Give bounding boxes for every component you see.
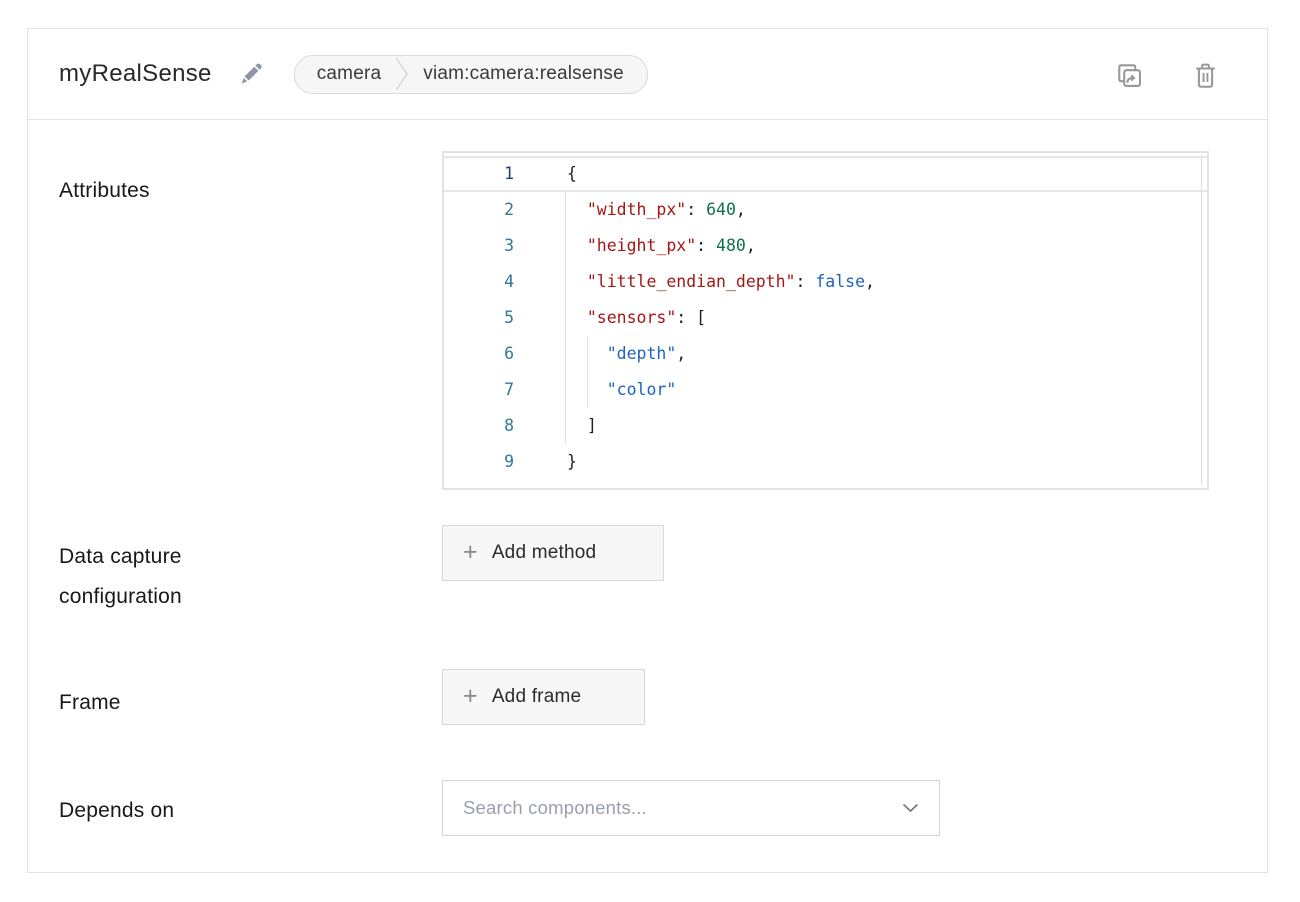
code-line[interactable]: 3 "height_px": 480, (444, 228, 1207, 264)
line-number: 3 (444, 228, 514, 264)
duplicate-button[interactable] (1114, 60, 1145, 91)
add-method-button[interactable]: + Add method (442, 525, 664, 581)
indent-guide (565, 192, 566, 444)
code-token: "little_endian_depth" (587, 272, 796, 291)
duplicate-icon (1114, 60, 1145, 91)
code-token: "color" (607, 380, 677, 399)
code-token: , (865, 272, 875, 291)
component-name: myRealSense (59, 60, 212, 88)
depends-on-label: Depends on (59, 791, 174, 831)
attributes-editor-lines: 1{2 "width_px": 640,3 "height_px": 480,4… (444, 153, 1207, 480)
code-line[interactable]: 4 "little_endian_depth": false, (444, 264, 1207, 300)
delete-button[interactable] (1191, 60, 1220, 91)
attributes-label: Attributes (59, 171, 150, 211)
code-token: : (696, 236, 716, 255)
code-content: "width_px": 640, (514, 192, 746, 228)
trash-icon (1191, 60, 1220, 91)
chevron-right-icon (394, 56, 410, 92)
code-content: "sensors": [ (514, 300, 706, 336)
code-token: : (796, 272, 816, 291)
component-type: camera (295, 63, 395, 85)
code-token: { (567, 164, 577, 183)
line-number: 9 (444, 444, 514, 480)
code-token: 640 (706, 200, 736, 219)
rename-button[interactable] (236, 59, 266, 89)
code-line[interactable]: 2 "width_px": 640, (444, 192, 1207, 228)
code-token: "sensors" (587, 308, 676, 327)
code-token: , (746, 236, 756, 255)
code-token: } (567, 452, 577, 471)
frame-label: Frame (59, 683, 121, 723)
code-token (567, 236, 587, 255)
code-line[interactable]: 6 "depth", (444, 336, 1207, 372)
plus-icon: + (463, 540, 478, 565)
chevron-down-icon (902, 803, 919, 813)
plus-icon: + (463, 684, 478, 709)
line-number: 7 (444, 372, 514, 408)
code-token: : (686, 200, 706, 219)
line-number: 2 (444, 192, 514, 228)
code-content: } (514, 444, 577, 480)
code-line[interactable]: 7 "color" (444, 372, 1207, 408)
component-card-header: myRealSense camera viam:camera:realsense (28, 29, 1267, 120)
code-line[interactable]: 1{ (444, 156, 1207, 192)
code-token: false (815, 272, 865, 291)
code-token: "depth" (607, 344, 677, 363)
line-number: 4 (444, 264, 514, 300)
component-config-card: myRealSense camera viam:camera:realsense (27, 28, 1268, 873)
code-token (567, 200, 587, 219)
code-content: { (514, 156, 577, 192)
line-number: 8 (444, 408, 514, 444)
code-content: ] (514, 408, 597, 444)
component-model: viam:camera:realsense (410, 63, 647, 85)
pencil-icon (236, 59, 266, 89)
indent-guide (587, 336, 588, 408)
code-token (567, 308, 587, 327)
code-content: "color" (514, 372, 676, 408)
code-token (567, 416, 587, 435)
editor-scrollbar[interactable] (1201, 155, 1202, 486)
component-type-badge: camera viam:camera:realsense (294, 55, 648, 94)
code-line[interactable]: 8 ] (444, 408, 1207, 444)
code-line[interactable]: 5 "sensors": [ (444, 300, 1207, 336)
add-frame-label: Add frame (492, 686, 581, 708)
depends-on-select[interactable]: Search components... (442, 780, 940, 836)
code-content: "little_endian_depth": false, (514, 264, 875, 300)
code-token: , (736, 200, 746, 219)
line-number: 6 (444, 336, 514, 372)
add-method-label: Add method (492, 542, 596, 564)
code-token: "width_px" (587, 200, 686, 219)
code-token: , (676, 344, 686, 363)
code-content: "height_px": 480, (514, 228, 756, 264)
add-frame-button[interactable]: + Add frame (442, 669, 645, 725)
code-token (567, 272, 587, 291)
code-line[interactable]: 9} (444, 444, 1207, 480)
code-token: "height_px" (587, 236, 696, 255)
code-token: ] (587, 416, 597, 435)
code-content: "depth", (514, 336, 686, 372)
code-token: : (676, 308, 696, 327)
depends-on-placeholder: Search components... (463, 797, 902, 819)
line-number: 5 (444, 300, 514, 336)
data-capture-label: Data capture configuration (59, 537, 244, 617)
code-token: [ (696, 308, 706, 327)
code-token: 480 (716, 236, 746, 255)
line-number: 1 (444, 156, 514, 192)
attributes-json-editor[interactable]: 1{2 "width_px": 640,3 "height_px": 480,4… (442, 151, 1209, 490)
